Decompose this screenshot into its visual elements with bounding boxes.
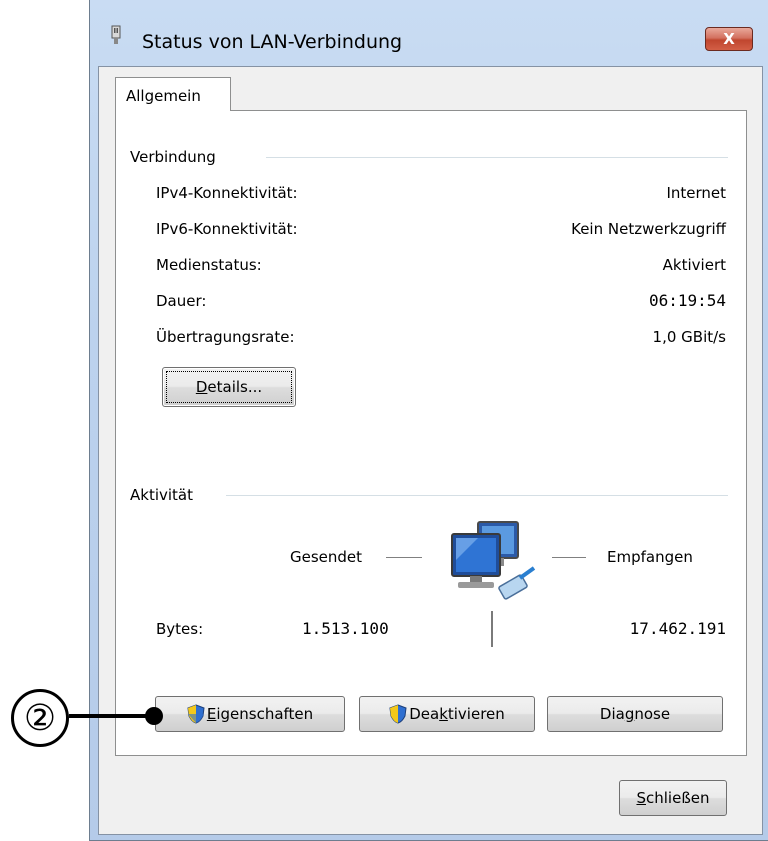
group-header-activity: Aktivität	[130, 486, 205, 504]
group-separator-connection	[266, 157, 728, 158]
callout-pointer-dot	[145, 707, 163, 725]
uac-shield-icon	[389, 704, 407, 724]
ipv6-label: IPv6-Konnektivität:	[156, 220, 298, 238]
window-title: Status von LAN-Verbindung	[142, 31, 403, 53]
transfer-rate-label: Übertragungsrate:	[156, 328, 295, 346]
media-status-label: Medienstatus:	[156, 256, 262, 274]
received-connector-line	[552, 557, 586, 558]
ipv4-value: Internet	[666, 184, 726, 202]
disable-button-label: Deaktivieren	[409, 705, 505, 723]
callout-number-badge: ②	[11, 689, 69, 747]
dialog-window: Status von LAN-Verbindung X Allgemein Ve…	[89, 0, 768, 841]
bytes-sent-value: 1.513.100	[302, 619, 389, 638]
title-bar[interactable]: Status von LAN-Verbindung X	[90, 0, 768, 53]
uac-shield-icon	[187, 704, 205, 724]
disable-button[interactable]: Deaktivieren	[359, 696, 535, 732]
properties-button-label: Eigenschaften	[206, 705, 314, 723]
duration-label: Dauer:	[156, 292, 207, 310]
transfer-rate-value: 1,0 GBit/s	[652, 328, 726, 346]
properties-button[interactable]: Eigenschaften	[155, 696, 345, 732]
network-computers-icon	[451, 521, 536, 600]
sent-connector-line	[386, 557, 422, 558]
bytes-received-value: 17.462.191	[629, 619, 726, 638]
bytes-label: Bytes:	[156, 620, 204, 638]
tab-allgemein[interactable]: Allgemein	[115, 77, 231, 111]
tab-panel-allgemein: Verbindung IPv4-Konnektivität: Internet …	[115, 110, 747, 756]
callout-pointer-line	[69, 714, 157, 718]
ipv6-value: Kein Netzwerkzugriff	[571, 220, 726, 238]
group-header-connection: Verbindung	[130, 148, 228, 166]
diagnose-button[interactable]: Diagnose	[547, 696, 723, 732]
close-button[interactable]: Schließen	[619, 780, 727, 816]
group-separator-activity	[226, 495, 728, 496]
details-button[interactable]: Details...	[162, 367, 296, 407]
media-status-value: Aktiviert	[662, 256, 726, 274]
diagnose-button-label: Diagnose	[599, 705, 671, 723]
sent-label: Gesendet	[290, 548, 363, 566]
ipv4-label: IPv4-Konnektivität:	[156, 184, 298, 202]
close-icon: X	[723, 30, 735, 48]
dialog-client-area: Allgemein Verbindung IPv4-Konnektivität:…	[98, 66, 763, 835]
close-button-label: Schließen	[636, 789, 710, 807]
bytes-divider	[491, 611, 493, 647]
focus-ring	[166, 371, 292, 403]
close-window-button[interactable]: X	[705, 27, 753, 51]
network-adapter-icon	[111, 25, 121, 44]
received-label: Empfangen	[607, 548, 693, 566]
duration-value: 06:19:54	[648, 291, 726, 310]
